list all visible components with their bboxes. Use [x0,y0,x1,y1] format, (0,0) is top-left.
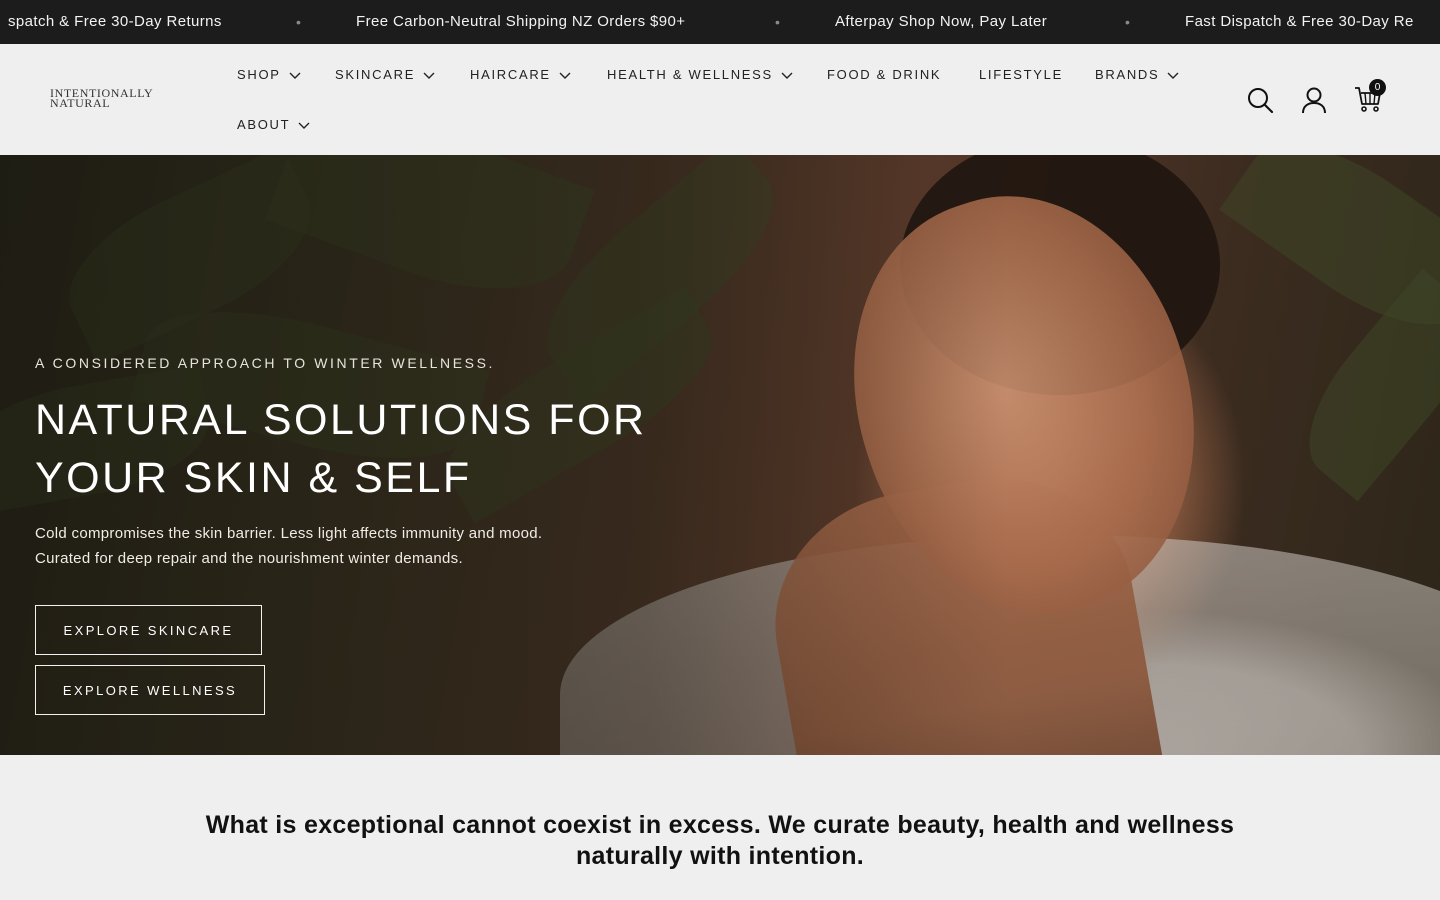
nav-label: SHOP [237,67,281,82]
brand-logo[interactable]: INTENTIONALLY NATURAL [50,87,153,109]
announcement-item: Afterpay Shop Now, Pay Later [835,13,1048,30]
explore-wellness-button[interactable]: EXPLORE WELLNESS [35,665,265,715]
nav-label: LIFESTYLE [979,67,1063,82]
chevron-down-icon [423,72,435,79]
announcement-separator: • [296,14,301,30]
button-label: EXPLORE SKINCARE [63,622,234,638]
hero-title: NATURAL SOLUTIONS FOR YOUR SKIN & SELF [35,391,735,507]
nav-item-shop[interactable]: SHOP [237,67,301,82]
hero-banner: A CONSIDERED APPROACH TO WINTER WELLNESS… [0,155,1440,755]
announcement-separator: • [1125,14,1130,30]
announcement-separator: • [775,14,780,30]
account-icon[interactable] [1301,86,1327,114]
chevron-down-icon [298,122,310,129]
announcement-bar: spatch & Free 30-Day Returns • Free Carb… [0,0,1440,44]
nav-label: HAIRCARE [470,67,551,82]
nav-item-skincare[interactable]: SKINCARE [335,67,435,82]
hero-description: Cold compromises the skin barrier. Less … [35,525,543,567]
announcement-item: Fast Dispatch & Free 30-Day Re [1185,13,1414,30]
explore-skincare-button[interactable]: EXPLORE SKINCARE [35,605,262,655]
hero-title-line-1: NATURAL SOLUTIONS FOR [35,396,647,444]
hero-eyebrow: A CONSIDERED APPROACH TO WINTER WELLNESS… [35,355,496,371]
nav-item-about[interactable]: ABOUT [237,117,310,132]
chevron-down-icon [1167,72,1179,79]
nav-label: ABOUT [237,117,291,132]
nav-item-brands[interactable]: BRANDS [1095,67,1179,82]
nav-label: FOOD & DRINK [827,67,942,82]
button-label: EXPLORE WELLNESS [62,682,238,698]
nav-label: HEALTH & WELLNESS [607,67,773,82]
brand-statement: What is exceptional cannot coexist in ex… [205,811,1235,870]
nav-item-health-wellness[interactable]: HEALTH & WELLNESS [607,67,793,82]
nav-item-haircare[interactable]: HAIRCARE [470,67,571,82]
nav-item-lifestyle[interactable]: LIFESTYLE [979,67,1063,82]
cart-count-badge: 0 [1369,79,1386,96]
chevron-down-icon [289,72,301,79]
nav-label: SKINCARE [335,67,416,82]
chevron-down-icon [781,72,793,79]
search-icon[interactable] [1246,86,1274,114]
nav-label: BRANDS [1095,67,1160,82]
hero-title-line-2: YOUR SKIN & SELF [35,454,472,502]
nav-item-food-drink[interactable]: FOOD & DRINK [827,67,941,82]
announcement-item: Free Carbon-Neutral Shipping NZ Orders $… [356,13,686,30]
chevron-down-icon [559,72,571,79]
announcement-item: spatch & Free 30-Day Returns [8,13,222,30]
site-header: INTENTIONALLY NATURAL SHOP SKINCARE HAIR… [0,44,1440,155]
